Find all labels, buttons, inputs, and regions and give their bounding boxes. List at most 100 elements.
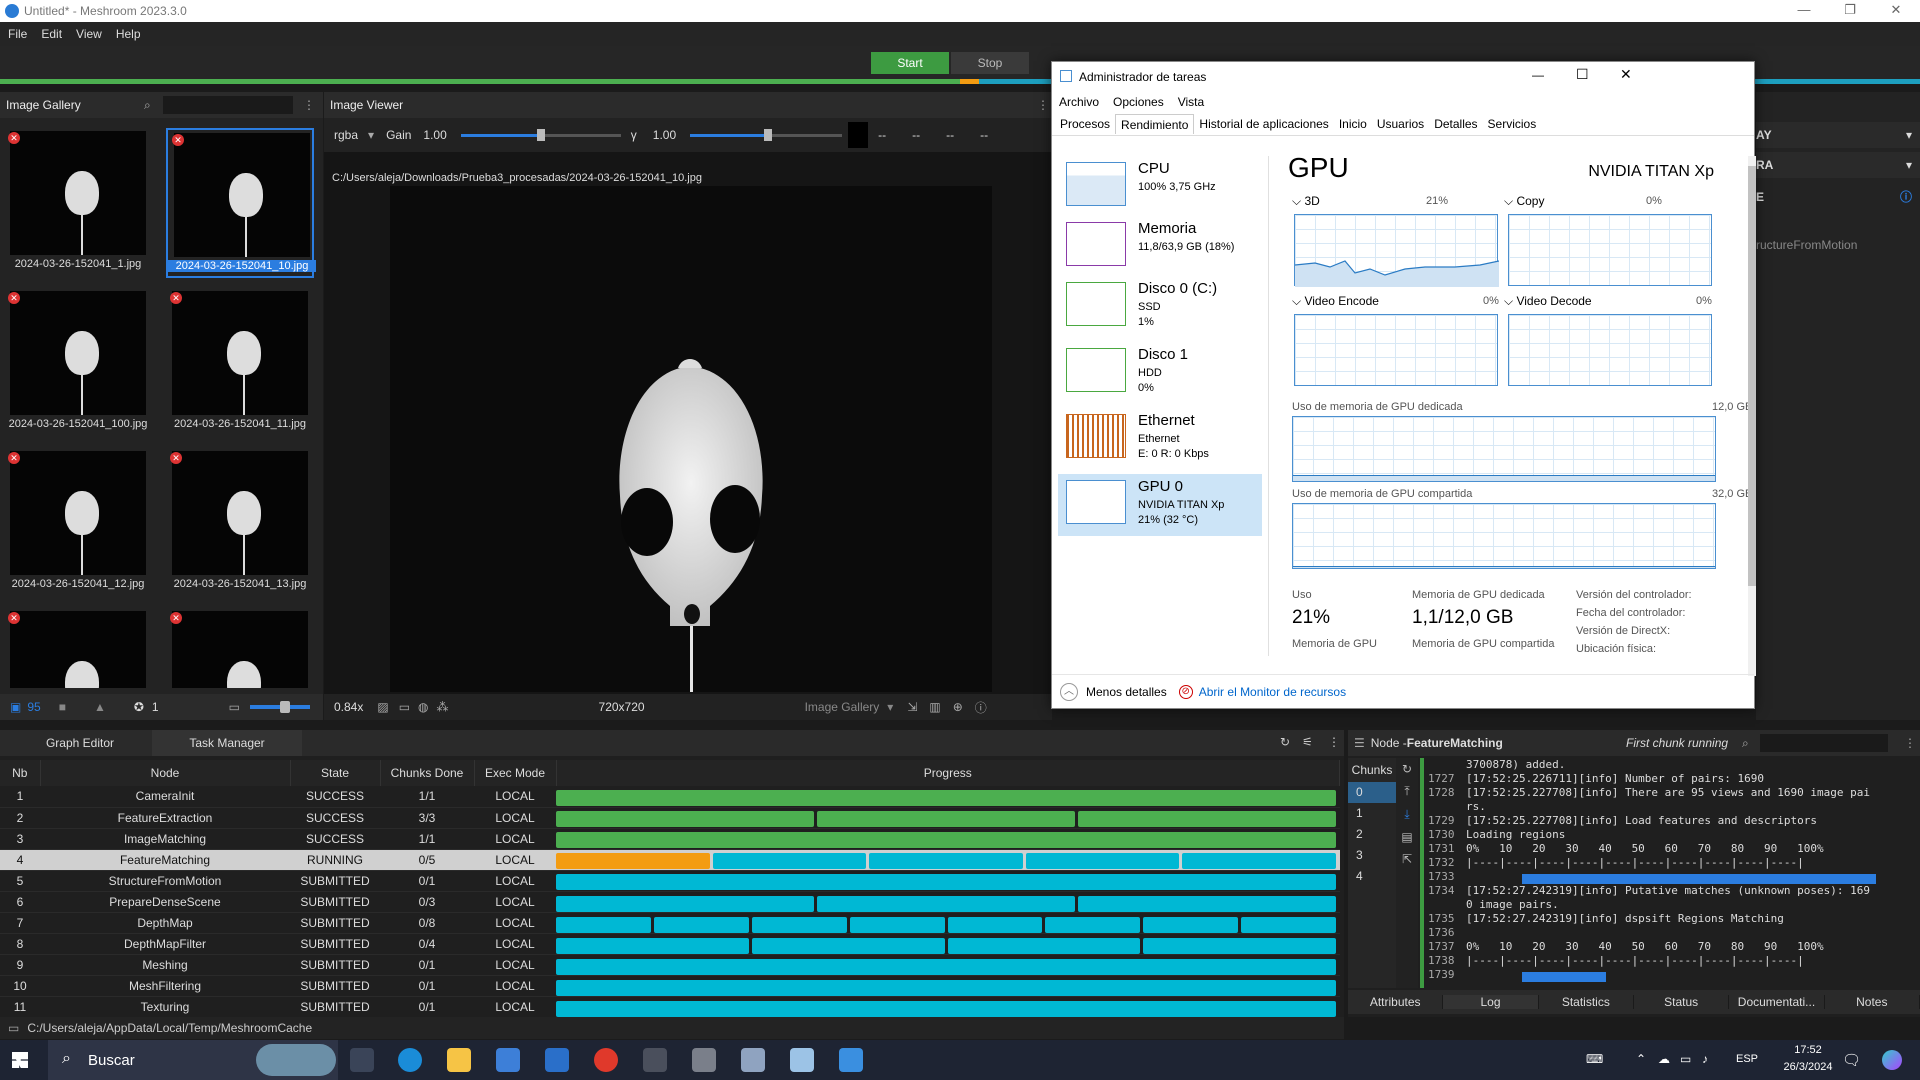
keyboard-icon[interactable]: ⌨ [1586, 1052, 1603, 1066]
right-panel-section[interactable]: AY ▾ [1756, 122, 1920, 148]
menu-file[interactable]: File [8, 27, 27, 41]
perf-item[interactable]: Disco 0 (C:) SSD 1% [1058, 276, 1262, 338]
file-explorer-icon[interactable] [447, 1048, 471, 1072]
gallery-thumbnail[interactable]: ✕ 2024-03-26-152041_100.jpg [4, 288, 152, 438]
graph-label-copy[interactable]: ⌵ Copy [1504, 194, 1544, 209]
more-menu-icon[interactable]: ⋮ [1037, 92, 1049, 118]
node-tab[interactable]: Statistics [1539, 995, 1634, 1009]
language-indicator[interactable]: ESP [1736, 1053, 1758, 1065]
chevron-up-icon[interactable]: ⌃ [1636, 1052, 1646, 1066]
tm-menu-opciones[interactable]: Opciones [1113, 95, 1164, 109]
info-icon[interactable]: ⓘ [975, 699, 987, 716]
graph-label-video-encode[interactable]: ⌵ Video Encode [1292, 294, 1379, 309]
tab-usuarios[interactable]: Usuarios [1372, 114, 1429, 134]
more-menu-icon[interactable]: ⋮ [303, 92, 315, 118]
chunk-item[interactable]: 1 [1348, 803, 1396, 824]
windows-start-icon[interactable] [12, 1052, 28, 1068]
clock-time[interactable]: 17:52 [1780, 1044, 1836, 1056]
minimize-icon[interactable]: — [1532, 68, 1544, 82]
close-icon[interactable]: ✕ [1876, 2, 1916, 18]
chevron-up-icon[interactable]: ︿ [1060, 682, 1078, 701]
onedrive-icon[interactable]: ☁ [1658, 1052, 1670, 1066]
close-icon[interactable]: ✕ [1620, 66, 1632, 83]
network-icon[interactable]: ▭ [1680, 1052, 1691, 1066]
store-icon[interactable] [496, 1048, 520, 1072]
tab-servicios[interactable]: Servicios [1483, 114, 1542, 134]
gallery-thumbnail[interactable]: ✕ 2024-03-26-152041_11.jpg [166, 288, 314, 438]
tab-historial[interactable]: Historial de aplicaciones [1194, 114, 1333, 134]
tab-rendimiento[interactable]: Rendimiento [1115, 113, 1195, 134]
taskbar-search-box[interactable]: ⌕ Buscar [48, 1040, 338, 1080]
gain-slider[interactable] [460, 128, 545, 141]
volume-icon[interactable]: ♪ [1702, 1052, 1708, 1066]
gamma-slider[interactable] [690, 128, 773, 141]
camera-icon[interactable]: ■ [59, 700, 66, 714]
grid-icon[interactable]: ▨ [377, 700, 388, 714]
gain-value[interactable]: 1.00 [423, 128, 446, 142]
notifications-icon[interactable]: 🗨 [1842, 1051, 1861, 1069]
chrome-icon[interactable] [594, 1048, 618, 1072]
log-view[interactable]: 3700878) added. 1727 [17:52:25.226711][inf… [1428, 758, 1918, 988]
tm-scrollbar[interactable] [1748, 156, 1756, 676]
perf-item[interactable]: GPU 0 NVIDIA TITAN Xp 21% (32 °C) [1058, 474, 1262, 536]
frame-icon[interactable]: ▭ [399, 700, 410, 714]
menu-edit[interactable]: Edit [41, 27, 62, 41]
gallery-thumbnail[interactable]: ✕ 2024-03-26-152041_1.jpg [4, 128, 152, 278]
image-source-select[interactable]: Image Gallery [805, 700, 880, 714]
filter-icon[interactable]: ⚟ [1302, 735, 1313, 749]
filter-icon[interactable]: ▲ [94, 700, 106, 714]
tab-task-manager[interactable]: Task Manager [152, 730, 302, 756]
graph-label-3d[interactable]: ⌵ 3D [1292, 194, 1320, 209]
edge-icon[interactable] [398, 1048, 422, 1072]
fit-icon[interactable]: ⇲ [907, 700, 917, 714]
open-external-icon[interactable]: ⇱ [1396, 852, 1418, 866]
perf-item[interactable]: Ethernet Ethernet E: 0 R: 0 Kbps [1058, 408, 1262, 470]
gallery-thumbnail[interactable]: ✕ 2024-03-26-152041_13.jpg [166, 448, 314, 598]
meshroom-taskbar-icon[interactable] [839, 1048, 863, 1072]
node-search-input[interactable] [1760, 734, 1888, 752]
histogram-icon[interactable]: ▥ [929, 700, 940, 714]
copy-icon[interactable]: ▤ [1396, 830, 1418, 844]
start-button[interactable]: Start [871, 52, 949, 74]
gallery-thumbnail[interactable]: ✕ [166, 608, 314, 688]
tm-menu-vista[interactable]: Vista [1178, 95, 1204, 109]
perf-item[interactable]: CPU 100% 3,75 GHz [1058, 156, 1262, 218]
mail-icon[interactable] [545, 1048, 569, 1072]
resource-monitor-link[interactable]: Abrir el Monitor de recursos [1199, 685, 1346, 699]
points-icon[interactable]: ⁂ [437, 700, 449, 714]
chunk-item[interactable]: 0 [1348, 782, 1396, 803]
perf-item[interactable]: Disco 1 HDD 0% [1058, 342, 1262, 404]
gallery-thumbnail-selected[interactable]: ✕ 2024-03-26-152041_10.jpg [166, 128, 316, 278]
gallery-thumbnail[interactable]: ✕ [4, 608, 152, 688]
sphere-icon[interactable]: ◍ [418, 700, 428, 714]
gallery-search-input[interactable] [163, 96, 293, 114]
perf-item[interactable]: Memoria 11,8/63,9 GB (18%) [1058, 216, 1262, 278]
gallery-thumbnail[interactable]: ✕ 2024-03-26-152041_12.jpg [4, 448, 152, 598]
menu-help[interactable]: Help [116, 27, 141, 41]
maximize-icon[interactable]: ❐ [1830, 2, 1870, 18]
tm-menu-archivo[interactable]: Archivo [1059, 95, 1099, 109]
task-manager-taskbar-icon[interactable] [741, 1048, 765, 1072]
image-canvas[interactable] [390, 186, 992, 692]
task-view-icon[interactable] [350, 1048, 374, 1072]
copilot-icon[interactable] [1882, 1050, 1902, 1070]
refresh-icon[interactable]: ↻ [1396, 762, 1418, 776]
right-panel-section[interactable]: RA ▾ [1756, 152, 1920, 178]
minimize-icon[interactable]: — [1784, 2, 1824, 17]
node-tab[interactable]: Log [1443, 995, 1539, 1009]
node-tab[interactable]: Status [1634, 995, 1730, 1009]
node-tab[interactable]: Notes [1825, 995, 1920, 1009]
stop-button[interactable]: Stop [951, 52, 1029, 74]
intrinsic-icon[interactable]: ✪ [134, 700, 144, 714]
chunk-item[interactable]: 3 [1348, 845, 1396, 866]
channel-select[interactable]: rgba [334, 128, 358, 142]
chunk-item[interactable]: 4 [1348, 866, 1396, 887]
info-icon[interactable]: ⓘ [1900, 184, 1912, 210]
clock-date[interactable]: 26/3/2024 [1780, 1061, 1836, 1073]
gamma-value[interactable]: 1.00 [653, 128, 676, 142]
maximize-icon[interactable]: ☐ [1576, 66, 1589, 83]
refresh-icon[interactable]: ↻ [1280, 735, 1290, 749]
scroll-top-icon[interactable]: ⤒ [1396, 784, 1418, 799]
node-tab[interactable]: Documentati... [1729, 995, 1825, 1009]
notepad-icon[interactable] [790, 1048, 814, 1072]
